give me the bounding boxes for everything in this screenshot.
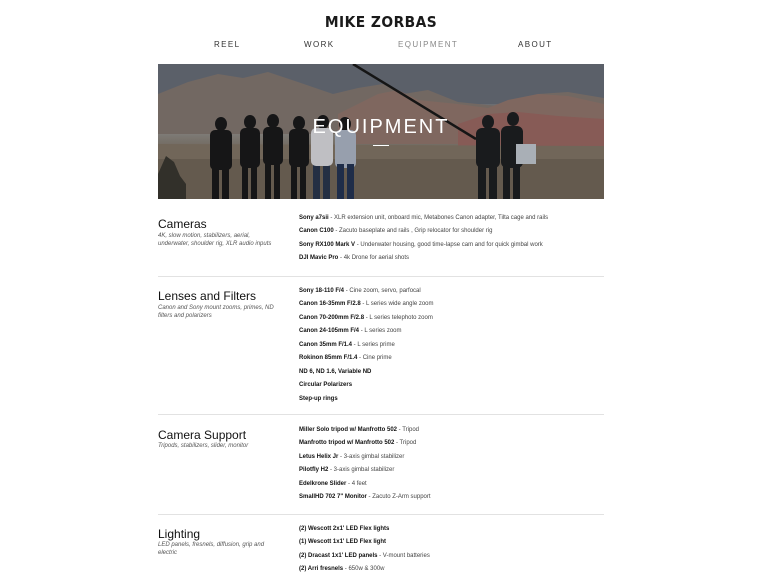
list-item: Rokinon 85mm F/1.4 - Cine prime [299,355,392,361]
section-title: Cameras [158,217,207,231]
nav-equipment[interactable]: EQUIPMENT [398,40,458,49]
list-item: ND 6, ND 1.6, Variable ND [299,369,372,375]
list-item: Step-up rings [299,396,338,402]
list-item: Sony RX100 Mark V - Underwater housing, … [299,242,543,248]
section-camera-support: Camera Support Tripods, stabilizers, sli… [158,423,604,515]
list-item: Sony a7sii - XLR extension unit, onboard… [299,215,549,221]
section-description: LED panels, fresnels, diffusion, grip an… [158,542,265,556]
nav-reel[interactable]: REEL [214,40,241,49]
list-item: Canon 24-105mm F/4 - L series zoom [299,328,402,334]
hero-title: EQUIPMENT [312,116,450,138]
list-item: Edelkrone Slider - 4 feet [299,481,367,487]
list-item: (1) Wescott 1x1' LED Flex light [299,539,386,545]
list-item: Sony 18-110 F/4 - Cine zoom, servo, parf… [299,288,421,294]
list-item: (2) Arri fresnels - 650w & 300w [299,566,385,572]
list-item: Manfrotto tripod w/ Manfrotto 502 - Trip… [299,440,417,446]
section-divider [158,414,604,415]
section-description: Tripods, stabilizers, slider, monitor [158,443,249,449]
list-item: Canon C100 - Zacuto baseplate and rails … [299,228,493,234]
nav-about[interactable]: ABOUT [518,40,553,49]
section-lighting: Lighting LED panels, fresnels, diffusion… [158,522,604,572]
hero-divider [373,145,389,146]
list-item: Circular Polarizers [299,382,353,388]
list-item: Canon 35mm F/1.4 - L series prime [299,342,395,348]
section-divider [158,514,604,515]
main-nav: REEL WORK EQUIPMENT ABOUT [0,40,762,52]
hero-banner: EQUIPMENT [158,64,604,199]
section-description: 4K, slow motion, stabilizers, aerial, un… [158,233,272,247]
list-item: Miller Solo tripod w/ Manfrotto 502 - Tr… [299,427,420,433]
list-item: DJI Mavic Pro - 4k Drone for aerial shot… [299,255,410,261]
list-item: Canon 16-35mm F/2.8 - L series wide angl… [299,301,434,307]
list-item: (2) Wescott 2x1' LED Flex lights [299,526,390,532]
section-title: Lenses and Filters [158,289,257,303]
site-title[interactable]: MIKE ZORBAS [30,13,731,31]
list-item: Letus Helix Jr - 3-axis gimbal stabilize… [299,454,405,460]
section-title: Camera Support [158,428,247,442]
section-description: Canon and Sony mount zooms, primes, ND f… [158,305,274,319]
section-lenses: Lenses and Filters Canon and Sony mount … [158,284,604,414]
section-title: Lighting [158,527,201,541]
section-cameras: Cameras 4K, slow motion, stabilizers, ae… [158,212,604,276]
list-item: Canon 70-200mm F/2.8 - L series telephot… [299,315,433,321]
nav-work[interactable]: WORK [304,40,335,49]
list-item: SmallHD 702 7" Monitor - Zacuto Z-Arm su… [299,494,431,500]
list-item: (2) Dracast 1x1' LED panels - V-mount ba… [299,553,430,559]
section-divider [158,276,604,277]
list-item: Pilotfly H2 - 3-axis gimbal stabilizer [299,467,395,473]
